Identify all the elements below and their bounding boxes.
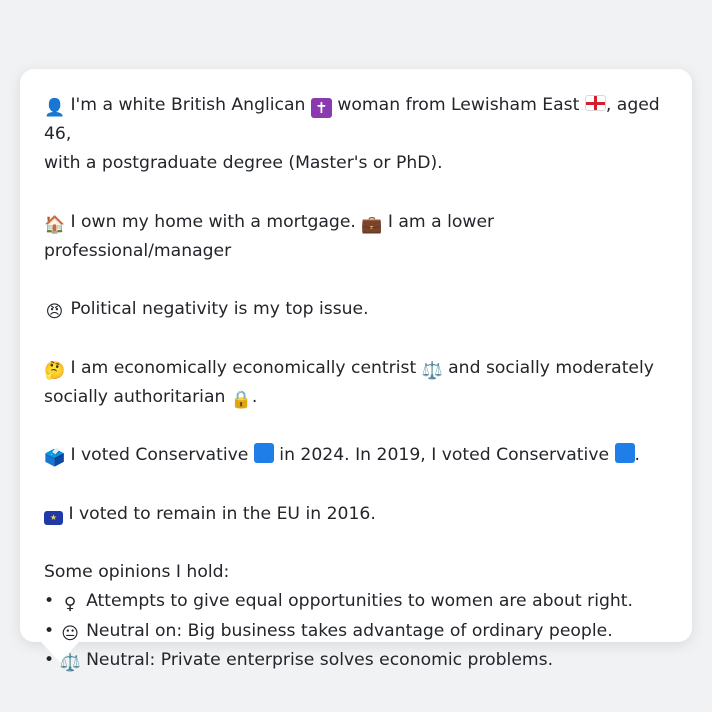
blue-square-icon	[253, 443, 274, 464]
speech-bubble-tail	[40, 641, 80, 662]
education-text: with a postgraduate degree (Master's or …	[44, 153, 443, 174]
opinion-item: • ⚖️ Neutral: Private enterprise solves …	[44, 646, 668, 675]
identity-text-b: woman from Lewisham East	[337, 95, 580, 115]
opinion-text: Neutral on: Big business takes advantage…	[80, 620, 613, 641]
house-icon: 🏠	[44, 214, 66, 235]
scales-icon: ⚖️	[421, 360, 443, 381]
identity-text-a: I'm a white British Anglican	[70, 95, 306, 115]
latin-cross-icon: ✝	[310, 98, 332, 118]
england-flag-icon	[584, 95, 606, 111]
housing-paragraph: 🏠 I own my home with a mortgage. 💼 I am …	[44, 208, 668, 266]
opinion-text: Attempts to give equal opportunities to …	[80, 591, 634, 612]
lock-icon: 🔒	[230, 389, 253, 410]
ballot-box-icon: 🗳️	[44, 448, 66, 469]
blue-square-icon	[614, 443, 635, 464]
ideology-text-a: I am economically economically centrist	[70, 357, 417, 378]
vote-text-c: .	[634, 445, 641, 466]
ideology-text-b: and socially moderately	[448, 357, 654, 378]
opinion-text: Neutral: Private enterprise solves econo…	[80, 649, 554, 670]
eu-text: I voted to remain in the EU in 2016.	[68, 503, 376, 524]
vote-text-b: in 2024. In 2019, I voted Conservative	[279, 445, 610, 466]
vote-text-a: I voted Conservative	[70, 445, 249, 466]
ideology-paragraph: 🤔 I am economically economically centris…	[44, 354, 668, 412]
opinion-item: • 😐 Neutral on: Big business takes advan…	[44, 617, 668, 646]
issue-paragraph: 😠 Political negativity is my top issue.	[44, 295, 668, 324]
opinions-heading: Some opinions I hold:	[44, 562, 230, 583]
angry-face-icon: 😠	[45, 302, 64, 323]
thinking-face-icon: 🤔	[44, 360, 66, 381]
identity-paragraph: 👤 I'm a white British Anglican ✝ woman f…	[44, 91, 668, 179]
housing-text: I own my home with a mortgage.	[70, 211, 356, 232]
ideology-text-d: .	[251, 386, 258, 407]
eu-flag-icon: ★	[44, 510, 63, 525]
issue-text: Political negativity is my top issue.	[70, 299, 369, 320]
persona-card: 👤 I'm a white British Anglican ✝ woman f…	[20, 69, 692, 671]
eu-paragraph: ★ I voted to remain in the EU in 2016.	[44, 500, 668, 529]
ideology-text-c: socially authoritarian	[44, 386, 226, 407]
female-sign-icon: ♀	[63, 594, 77, 615]
opinion-item: • ♀ Attempts to give equal opportunities…	[44, 587, 668, 616]
bullet-marker: •	[44, 591, 55, 612]
briefcase-icon: 💼	[361, 214, 383, 235]
bullet-marker: •	[44, 620, 55, 641]
voting-paragraph: 🗳️ I voted Conservative in 2024. In 2019…	[44, 441, 668, 470]
person-icon: 👤	[44, 98, 66, 118]
